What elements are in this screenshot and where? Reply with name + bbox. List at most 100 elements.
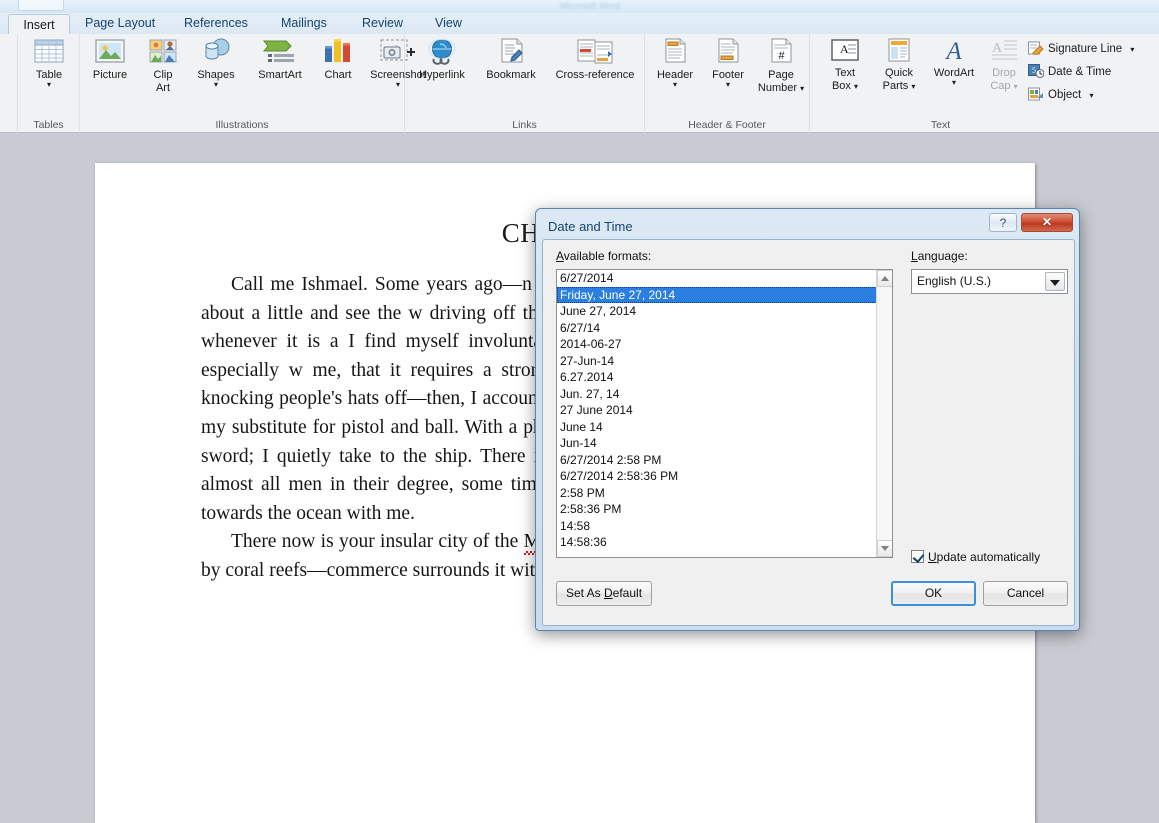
date-and-time-dialog[interactable]: Date and Time ? ✕ Available formats: Lan… <box>535 208 1080 631</box>
group-label-tables: Tables <box>18 119 79 131</box>
list-item[interactable]: 6/27/2014 2:58 PM <box>557 452 877 469</box>
ribbon: Insert Page Layout References Mailings R… <box>0 13 1159 133</box>
chevron-down-icon[interactable]: ▾ <box>926 79 982 86</box>
text-box-button[interactable]: A Text Box ▾ <box>820 37 870 93</box>
chevron-down-icon[interactable]: ▾ <box>22 81 76 88</box>
cross-reference-button[interactable]: Cross-reference <box>547 37 643 81</box>
signature-line-icon <box>1028 41 1044 55</box>
tab-insert[interactable]: Insert <box>8 14 70 34</box>
svg-text:#: # <box>778 50 785 62</box>
chart-button[interactable]: Chart <box>316 37 360 81</box>
tab-references[interactable]: References <box>173 13 259 34</box>
chevron-down-icon[interactable]: ▾ <box>1089 91 1093 100</box>
tab-page-layout-label: Page Layout <box>85 16 155 30</box>
table-button[interactable]: Table ▾ <box>22 37 76 88</box>
footer-icon <box>713 37 743 67</box>
header-button[interactable]: Header ▾ <box>649 37 701 88</box>
help-icon[interactable]: ? <box>989 213 1017 232</box>
formats-list[interactable]: 6/27/2014 Friday, June 27, 2014 June 27,… <box>557 270 877 551</box>
tab-review[interactable]: Review <box>351 13 414 34</box>
quick-access-toolbar[interactable] <box>18 0 64 11</box>
update-automatically-checkbox[interactable]: Update automatically <box>911 550 1040 564</box>
drop-cap-button[interactable]: A Drop Cap ▾ <box>982 37 1026 93</box>
language-dropdown[interactable]: English (U.S.) <box>911 269 1068 294</box>
list-item[interactable]: 14:58:36 <box>557 534 877 551</box>
ok-button[interactable]: OK <box>891 581 976 606</box>
tab-page-layout[interactable]: Page Layout <box>74 13 166 34</box>
list-item[interactable]: 2:58:36 PM <box>557 501 877 518</box>
svg-text:A: A <box>840 42 849 56</box>
wordart-button[interactable]: A WordArt ▾ <box>926 37 982 86</box>
signature-line-button[interactable]: Signature Line ▾ <box>1028 40 1134 59</box>
chevron-down-icon[interactable]: ▾ <box>854 82 858 91</box>
shapes-button[interactable]: Shapes ▾ <box>188 37 244 88</box>
scroll-down-button[interactable] <box>877 540 893 557</box>
date-time-button[interactable]: 5 Date & Time <box>1028 63 1111 82</box>
window-title-bar: Microsoft Word <box>0 0 1159 13</box>
drop-cap-button-label-2: Cap <box>990 80 1010 92</box>
quick-parts-button-label-2-row: Parts ▾ <box>872 80 926 93</box>
formats-scrollbar[interactable] <box>876 270 892 557</box>
clip-art-button-label-2: Art <box>140 82 186 94</box>
footer-button[interactable]: Footer ▾ <box>703 37 753 88</box>
page-number-icon: # <box>766 37 796 67</box>
cancel-button[interactable]: Cancel <box>983 581 1068 606</box>
picture-button[interactable]: Picture <box>82 37 138 81</box>
chevron-down-icon[interactable]: ▾ <box>800 84 804 93</box>
close-icon[interactable]: ✕ <box>1021 213 1073 232</box>
chevron-down-icon[interactable]: ▾ <box>1130 45 1134 54</box>
scroll-up-button[interactable] <box>877 270 893 287</box>
chevron-down-icon[interactable]: ▾ <box>1014 82 1018 91</box>
list-item[interactable]: June 27, 2014 <box>557 303 877 320</box>
chevron-down-icon[interactable] <box>1045 272 1065 291</box>
list-item[interactable]: Jun-14 <box>557 435 877 452</box>
list-item[interactable]: 6/27/2014 <box>557 270 877 287</box>
chevron-down-icon[interactable]: ▾ <box>911 82 915 91</box>
chevron-down-icon[interactable]: ▾ <box>703 81 753 88</box>
text-box-icon: A <box>829 37 861 65</box>
page-number-button-label-2-row: Number ▾ <box>753 82 809 95</box>
tab-references-label: References <box>184 16 248 30</box>
smartart-button[interactable]: SmartArt <box>246 37 314 81</box>
tab-mailings[interactable]: Mailings <box>270 13 338 34</box>
list-item[interactable]: 27-Jun-14 <box>557 353 877 370</box>
list-item[interactable]: 14:58 <box>557 518 877 535</box>
date-time-icon: 5 <box>1028 64 1044 78</box>
tab-view[interactable]: View <box>424 13 473 34</box>
list-item[interactable]: Jun. 27, 14 <box>557 386 877 403</box>
list-item[interactable]: 6.27.2014 <box>557 369 877 386</box>
quick-parts-button-label-1: Quick <box>872 67 926 79</box>
set-as-default-button[interactable]: Set As Default <box>556 581 652 606</box>
bookmark-button[interactable]: Bookmark <box>477 37 545 81</box>
group-illustrations: Picture Clip Art <box>80 34 405 133</box>
list-item[interactable]: 6/27/2014 2:58:36 PM <box>557 468 877 485</box>
available-formats-listbox[interactable]: 6/27/2014 Friday, June 27, 2014 June 27,… <box>556 269 893 558</box>
list-item-selected[interactable]: Friday, June 27, 2014 <box>557 287 877 304</box>
smartart-button-label: SmartArt <box>246 69 314 81</box>
object-button[interactable]: Object ▾ <box>1028 86 1093 105</box>
page-number-button[interactable]: # Page Number ▾ <box>753 37 809 95</box>
drop-cap-icon: A <box>988 37 1020 65</box>
page-number-button-label-2: Number <box>758 82 797 94</box>
list-item[interactable]: 6/27/14 <box>557 320 877 337</box>
smartart-icon <box>262 37 298 67</box>
header-icon <box>660 37 690 67</box>
list-item[interactable]: June 14 <box>557 419 877 436</box>
drop-cap-button-label-1: Drop <box>982 67 1026 79</box>
hyperlink-button[interactable]: Hyperlink <box>409 37 475 81</box>
chevron-down-icon[interactable]: ▾ <box>188 81 244 88</box>
list-item[interactable]: 27 June 2014 <box>557 402 877 419</box>
bookmark-button-label: Bookmark <box>477 69 545 81</box>
object-icon <box>1028 87 1044 101</box>
ribbon-content: Table ▾ Tables Picture <box>0 34 1159 133</box>
text-box-button-label-1: Text <box>820 67 870 79</box>
svg-text:A: A <box>992 41 1003 56</box>
chevron-down-icon[interactable]: ▾ <box>649 81 701 88</box>
checkbox-box[interactable] <box>911 550 924 563</box>
quick-parts-button[interactable]: Quick Parts ▾ <box>872 37 926 93</box>
list-item[interactable]: 2014-06-27 <box>557 336 877 353</box>
clip-art-button[interactable]: Clip Art <box>140 37 186 94</box>
ribbon-tab-bar: Insert Page Layout References Mailings R… <box>0 13 1159 34</box>
list-item[interactable]: 2:58 PM <box>557 485 877 502</box>
svg-text:A: A <box>944 38 962 65</box>
